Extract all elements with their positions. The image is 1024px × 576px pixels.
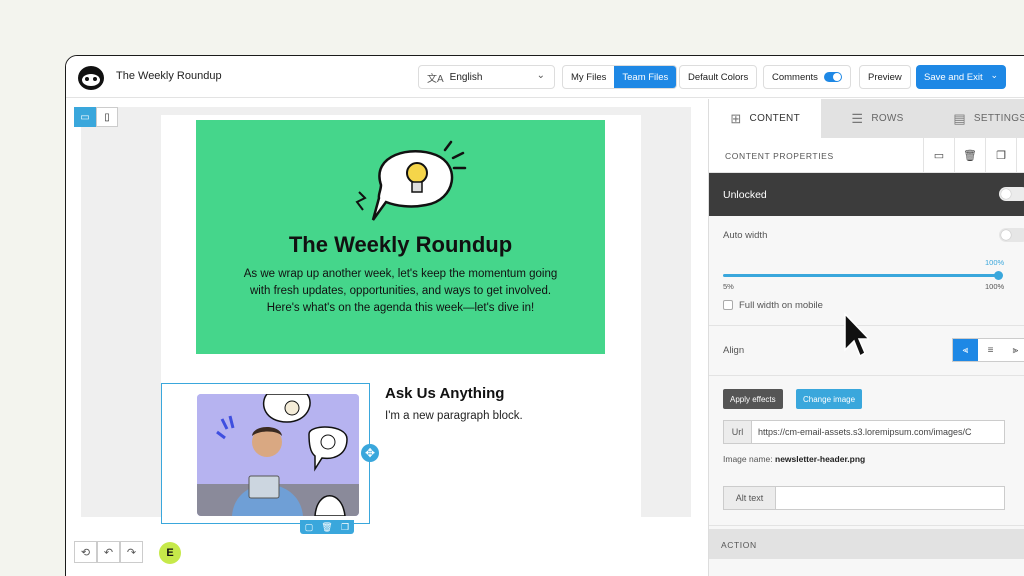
full-width-mobile-label: Full width on mobile (739, 300, 823, 311)
email-canvas: The Weekly Roundup As we wrap up another… (66, 99, 708, 576)
url-label: Url (724, 421, 752, 443)
unlocked-toggle[interactable] (999, 187, 1024, 201)
block-toolbar: ▢ 🗑 ❐ (300, 520, 354, 534)
redo-icon[interactable]: ↷ (120, 541, 143, 563)
tab-content-label: CONTENT (749, 113, 800, 124)
desktop-view-icon[interactable]: ▭ (74, 107, 96, 127)
width-slider[interactable] (723, 271, 1003, 280)
settings-icon: ▤ (953, 110, 966, 126)
language-select[interactable]: 文A English ⌄ (418, 65, 555, 89)
unlocked-label: Unlocked (723, 189, 767, 201)
slider-max-label: 100% (985, 282, 1005, 291)
mouse-pointer-icon (844, 312, 869, 358)
history-controls: ⟲ ↶ ↷ (74, 541, 143, 563)
chevron-down-icon[interactable]: ⌄ (1016, 138, 1024, 172)
email-background: The Weekly Roundup As we wrap up another… (81, 107, 691, 525)
trash-icon[interactable]: 🗑 (954, 138, 985, 172)
grid-icon: ⊞ (730, 110, 742, 126)
tab-content[interactable]: ⊞ CONTENT (709, 99, 822, 138)
image-section: Apply effects Change image Url https://c… (709, 376, 1024, 526)
url-value[interactable]: https://cm-email-assets.s3.loremipsum.co… (752, 421, 972, 443)
ask-body: I'm a new paragraph block. (385, 410, 523, 422)
auto-width-toggle[interactable] (999, 228, 1024, 242)
comment-icon[interactable]: ▢ (300, 520, 318, 534)
save-and-exit-label: Save and Exit (924, 71, 983, 83)
hero-body: As we wrap up another week, let's keep t… (243, 268, 558, 314)
translate-icon: 文A (427, 73, 444, 85)
comments-label: Comments (772, 71, 818, 83)
monkey-logo-icon (78, 66, 104, 90)
slider-value-label: 100% (985, 258, 1005, 267)
image-name-label: Image name: (723, 454, 773, 464)
editor-window: The Weekly Roundup 文A English ⌄ My Files… (65, 55, 1024, 576)
top-bar: The Weekly Roundup 文A English ⌄ My Files… (66, 56, 1024, 98)
image-block-selected[interactable] (161, 383, 370, 524)
ask-title: Ask Us Anything (385, 385, 505, 402)
chevron-down-icon[interactable]: ⌄ (990, 70, 998, 81)
change-image-button[interactable]: Change image (796, 389, 863, 409)
chevron-down-icon: ⌄ (536, 70, 545, 81)
tab-rows-label: ROWS (871, 113, 904, 124)
hero-title: The Weekly Roundup (288, 232, 513, 257)
editor-avatar[interactable]: E (159, 542, 181, 564)
content-properties-header: CONTENT PROPERTIES ▭ 🗑 ❐ ⌄ (709, 138, 1024, 173)
preview-button[interactable]: Preview (859, 65, 911, 89)
team-files-button[interactable]: Team Files (614, 66, 677, 88)
person-with-tablet-image (197, 394, 359, 516)
trash-icon[interactable]: 🗑 (318, 520, 336, 534)
panel-tabs: ⊞ CONTENT ☰ ROWS ▤ SETTINGS (709, 99, 1024, 138)
tab-rows[interactable]: ☰ ROWS (821, 99, 934, 138)
align-center-icon[interactable]: ≡ (978, 339, 1003, 361)
history-icon[interactable]: ⟲ (74, 541, 97, 563)
alt-text-label: Alt text (724, 487, 776, 509)
save-and-exit-button[interactable]: Save and Exit ⌄ (916, 65, 1006, 89)
default-colors-button[interactable]: Default Colors (679, 65, 758, 89)
device-switcher: ▭ ▯ (74, 107, 118, 127)
align-buttons: ⫷ ≡ ⫸ (952, 338, 1024, 362)
url-field[interactable]: Url https://cm-email-assets.s3.loremipsu… (723, 420, 1005, 444)
align-left-icon[interactable]: ⫷ (953, 339, 978, 361)
email-body: The Weekly Roundup As we wrap up another… (161, 115, 641, 525)
auto-width-section: Auto width 100% 5% 100% Full width on mo… (709, 216, 1024, 326)
rows-icon: ☰ (851, 110, 864, 126)
my-files-button[interactable]: My Files (563, 66, 614, 88)
tab-settings[interactable]: ▤ SETTINGS (933, 99, 1024, 138)
hero-block[interactable]: The Weekly Roundup As we wrap up another… (196, 120, 605, 354)
full-width-mobile-checkbox[interactable] (723, 300, 733, 310)
alt-text-field[interactable]: Alt text (723, 486, 1005, 510)
photo-illustration (197, 394, 359, 516)
undo-icon[interactable]: ↶ (97, 541, 120, 563)
content-properties-tools: ▭ 🗑 ❐ ⌄ (923, 138, 1024, 172)
image-name-value: newsletter-header.png (775, 454, 866, 464)
comments-button[interactable]: Comments (763, 65, 851, 89)
language-value: English (449, 71, 483, 83)
comment-icon[interactable]: ▭ (923, 138, 954, 172)
lightbulb-speech-bubble-icon (355, 140, 467, 221)
duplicate-icon[interactable]: ❐ (985, 138, 1016, 172)
action-section-header[interactable]: ACTION (709, 529, 1024, 559)
file-scope-toggle: My Files Team Files (562, 65, 678, 89)
align-label: Align (723, 345, 745, 356)
tab-settings-label: SETTINGS (973, 113, 1024, 124)
slider-min-label: 5% (723, 282, 734, 291)
duplicate-icon[interactable]: ❐ (336, 520, 354, 534)
move-handle-icon[interactable]: ✥ (361, 444, 379, 462)
action-label: ACTION (721, 540, 757, 550)
lock-row: Unlocked (709, 173, 1024, 216)
apply-effects-button[interactable]: Apply effects (723, 389, 783, 409)
image-name: Image name: newsletter-header.png (723, 454, 865, 464)
mobile-view-icon[interactable]: ▯ (96, 107, 118, 127)
app-title: The Weekly Roundup (116, 70, 222, 82)
auto-width-label: Auto width (723, 230, 768, 241)
content-properties-label: CONTENT PROPERTIES (725, 151, 834, 161)
comments-toggle[interactable] (823, 72, 842, 82)
align-right-icon[interactable]: ⫸ (1003, 339, 1024, 361)
